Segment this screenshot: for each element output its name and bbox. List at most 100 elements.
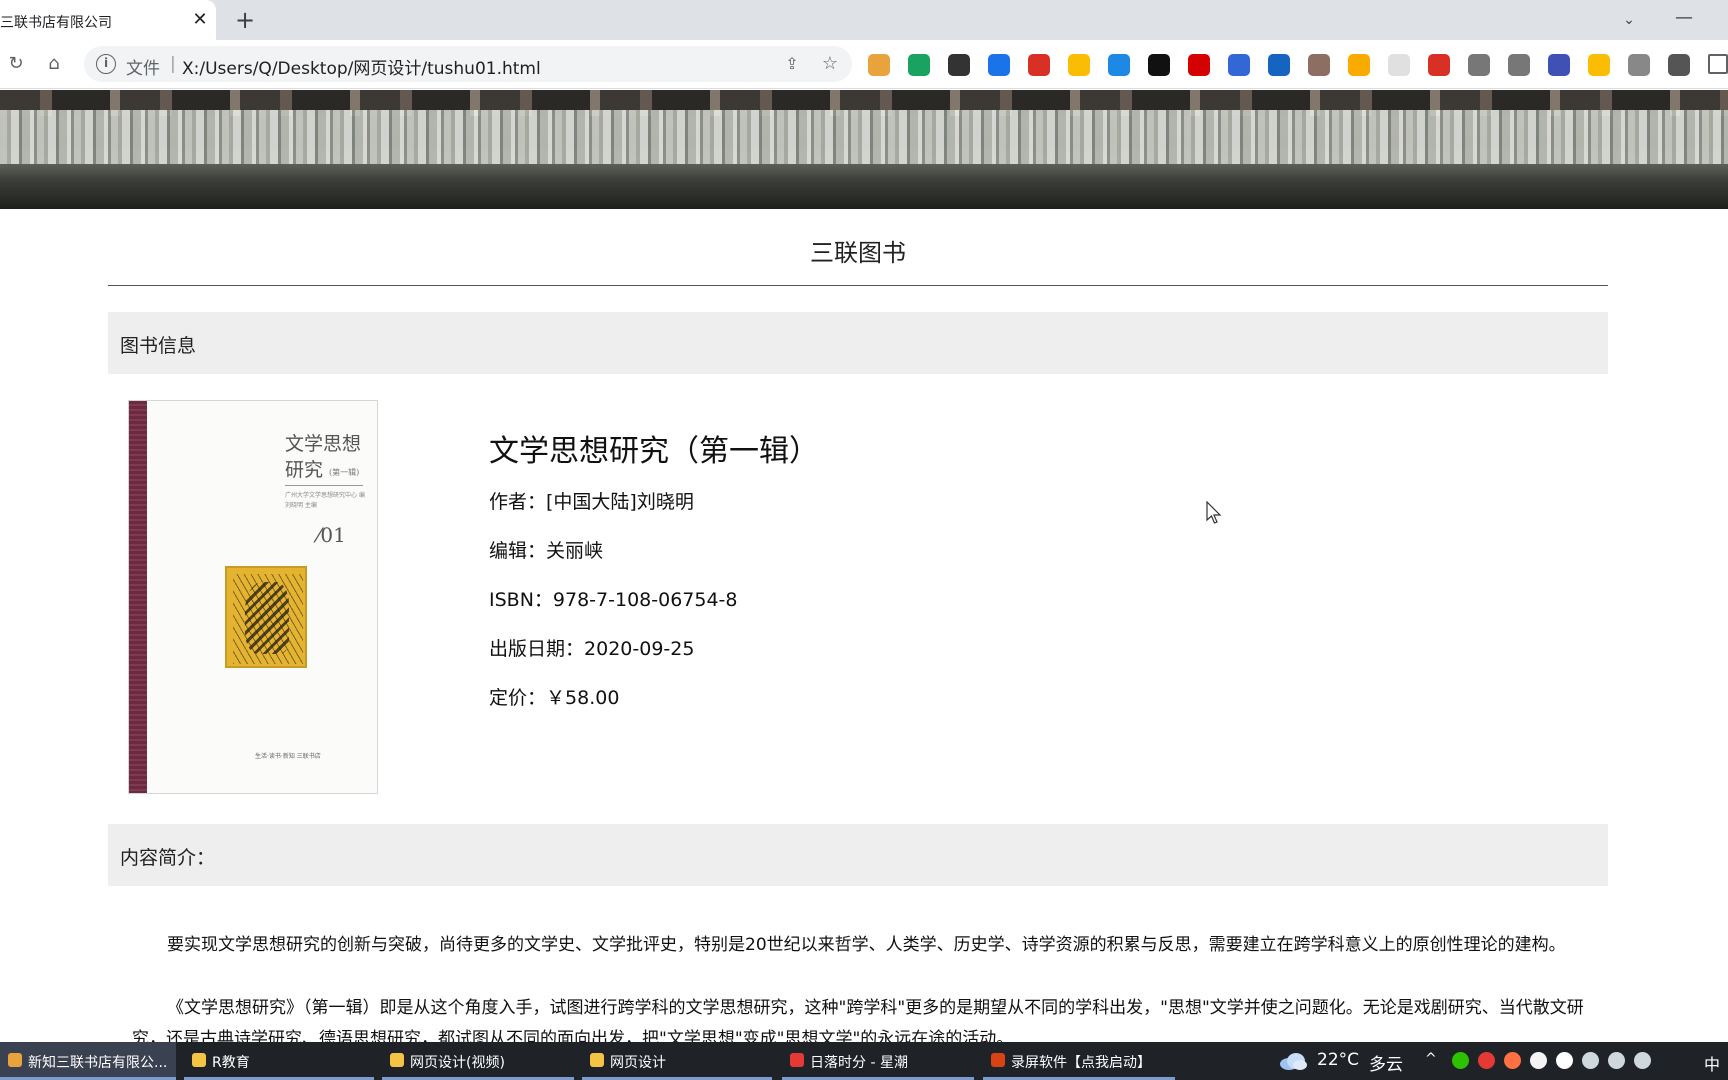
cover-illustration-figure <box>245 582 289 654</box>
chrome-extension-icon[interactable] <box>1068 54 1090 76</box>
share-icon[interactable]: ⇪ <box>780 52 804 76</box>
cover-publisher: 生活·读书·新知 三联书店 <box>255 753 321 760</box>
wechat-icon[interactable] <box>1452 1052 1469 1069</box>
extension-strip <box>868 54 1690 76</box>
app-icon[interactable] <box>1556 1052 1573 1069</box>
task-label: 新知三联书店有限公... <box>28 1055 168 1071</box>
record-icon[interactable] <box>1478 1052 1495 1069</box>
weather-condition[interactable]: 多云 <box>1369 1050 1403 1075</box>
input-language[interactable]: 中 <box>1704 1051 1720 1075</box>
cover-illustration <box>225 566 307 668</box>
wifi-icon[interactable] <box>1582 1052 1599 1069</box>
taskbar-item[interactable]: R教育 <box>184 1042 374 1080</box>
gear-extension-icon[interactable] <box>1628 54 1650 76</box>
tab-search-icon[interactable]: ⌄ <box>1617 8 1641 32</box>
intro-section-label: 内容简介： <box>120 847 216 869</box>
chrome-icon[interactable] <box>868 54 890 76</box>
taskbar-item[interactable]: 新知三联书店有限公... <box>0 1042 176 1080</box>
volume-icon[interactable] <box>1608 1052 1625 1069</box>
battery-icon[interactable] <box>1634 1052 1651 1069</box>
cloud-extension-icon[interactable] <box>1468 54 1490 76</box>
folder-icon <box>590 1053 604 1067</box>
jh-extension-icon[interactable] <box>1548 54 1570 76</box>
puzzle-extension-icon[interactable] <box>1668 54 1690 76</box>
book-author: 作者：[中国大陆]刘晓明 <box>489 487 694 514</box>
system-tray <box>1452 1052 1651 1069</box>
book-publish-date: 出版日期：2020-09-25 <box>489 634 694 661</box>
taskbar-item[interactable]: 录屏软件【点我启动】 <box>983 1042 1175 1080</box>
task-app-icon <box>8 1053 22 1067</box>
title-divider <box>108 285 1608 286</box>
adblock-extension-icon[interactable] <box>1188 54 1210 76</box>
banner-books <box>0 110 1728 164</box>
book-price-value: ￥58.00 <box>546 687 620 709</box>
book-info-section-header: 图书信息 <box>108 312 1608 374</box>
book-author-key: 作者： <box>489 491 547 513</box>
hex-extension-icon[interactable] <box>1588 54 1610 76</box>
home-icon[interactable]: ⌂ <box>42 52 66 76</box>
book-price: 定价：￥58.00 <box>489 683 619 710</box>
taskbar-item[interactable]: 网页设计(视频) <box>382 1042 574 1080</box>
book-title: 文学思想研究（第一辑） <box>489 434 819 469</box>
side-panel-icon[interactable] <box>1708 54 1728 74</box>
browser-tab[interactable]: 三联书店有限公司 ✕ <box>0 0 216 40</box>
intro-paragraph: 《文学思想研究》（第一辑）即是从这个角度入手，试图进行跨学科的文学思想研究，这种… <box>132 998 1584 1042</box>
cover-divider <box>285 485 363 486</box>
browser-toolbar: ↻ ⌂ i 文件 | X:/Users/Q/Desktop/网页设计/tushu… <box>0 40 1728 89</box>
address-url[interactable]: X:/Users/Q/Desktop/网页设计/tushu01.html <box>182 54 541 79</box>
intro-paragraph: 要实现文学思想研究的创新与突破，尚待更多的文学史、文学批评史，特别是20世纪以来… <box>167 935 1566 955</box>
cover-volume-number: ⁄01 <box>317 523 346 547</box>
info-icon[interactable]: i <box>96 54 116 74</box>
taskbar-item[interactable]: 网页设计 <box>582 1042 772 1080</box>
task-label: 录屏软件【点我启动】 <box>1011 1055 1151 1071</box>
tray-overflow-chevron-icon[interactable]: ^ <box>1425 1051 1437 1067</box>
weather-temperature[interactable]: 22°C <box>1317 1050 1359 1070</box>
book-cover-image: 文学思想研究 (第一辑) 广州大学文学思想研究中心 编 刘晓明 主编 ⁄01 生… <box>128 400 378 794</box>
search-extension-icon[interactable] <box>988 54 1010 76</box>
cover-spine <box>129 401 147 793</box>
y-extension-icon[interactable] <box>1268 54 1290 76</box>
recorder-icon <box>991 1053 1005 1067</box>
book-isbn-value: 978-7-108-06754-8 <box>552 589 738 611</box>
owl-extension-icon[interactable] <box>1308 54 1330 76</box>
netease-music-icon <box>790 1053 804 1067</box>
taskbar-item[interactable]: 日落时分 - 星潮 <box>782 1042 974 1080</box>
folder-icon <box>390 1053 404 1067</box>
download-extension-icon[interactable] <box>1108 54 1130 76</box>
book-author-value: [中国大陆]刘晓明 <box>546 491 694 513</box>
cloud-weather-icon[interactable] <box>1278 1051 1308 1071</box>
openai-extension-icon[interactable] <box>1148 54 1170 76</box>
bookmark-star-icon[interactable]: ☆ <box>818 52 842 76</box>
banner-counter <box>0 164 1728 209</box>
speaker-app-icon[interactable] <box>1504 1052 1521 1069</box>
book-editor: 编辑：关丽峡 <box>489 536 603 563</box>
qq-icon[interactable] <box>1530 1052 1547 1069</box>
tab-strip: 三联书店有限公司 ✕ + ⌄ — <box>0 0 1728 40</box>
shield-extension-icon[interactable] <box>908 54 930 76</box>
cover-subtitle: (第一辑) <box>329 468 360 477</box>
refresh-extension-icon[interactable] <box>1348 54 1370 76</box>
tree-extension-icon[interactable] <box>1428 54 1450 76</box>
book-editor-value: 关丽峡 <box>546 540 604 562</box>
window-minimize-button[interactable]: — <box>1672 6 1696 30</box>
cover-editor-line: 广州大学文学思想研究中心 编 刘晓明 主编 <box>285 492 365 509</box>
camera-extension-icon[interactable] <box>1508 54 1530 76</box>
task-label: 日落时分 - 星潮 <box>810 1055 908 1071</box>
task-label: R教育 <box>212 1055 250 1071</box>
new-tab-button[interactable]: + <box>232 7 258 33</box>
task-label: 网页设计 <box>610 1055 666 1071</box>
reload-icon[interactable]: ↻ <box>4 52 28 76</box>
blank-extension-icon[interactable] <box>1388 54 1410 76</box>
book-info-section-label: 图书信息 <box>120 335 197 357</box>
book-isbn: ISBN：978-7-108-06754-8 <box>489 585 738 612</box>
fe-extension-icon[interactable] <box>1028 54 1050 76</box>
g-extension-icon[interactable] <box>1228 54 1250 76</box>
book-editor-key: 编辑： <box>489 540 547 562</box>
book-date-key: 出版日期： <box>489 638 585 660</box>
address-bar[interactable]: i 文件 | X:/Users/Q/Desktop/网页设计/tushu01.h… <box>84 46 852 82</box>
book-price-key: 定价： <box>489 687 547 709</box>
tab-close-icon[interactable]: ✕ <box>188 8 212 32</box>
terminal-extension-icon[interactable] <box>948 54 970 76</box>
intro-section-header: 内容简介： <box>108 824 1608 886</box>
book-isbn-key: ISBN： <box>489 589 553 611</box>
